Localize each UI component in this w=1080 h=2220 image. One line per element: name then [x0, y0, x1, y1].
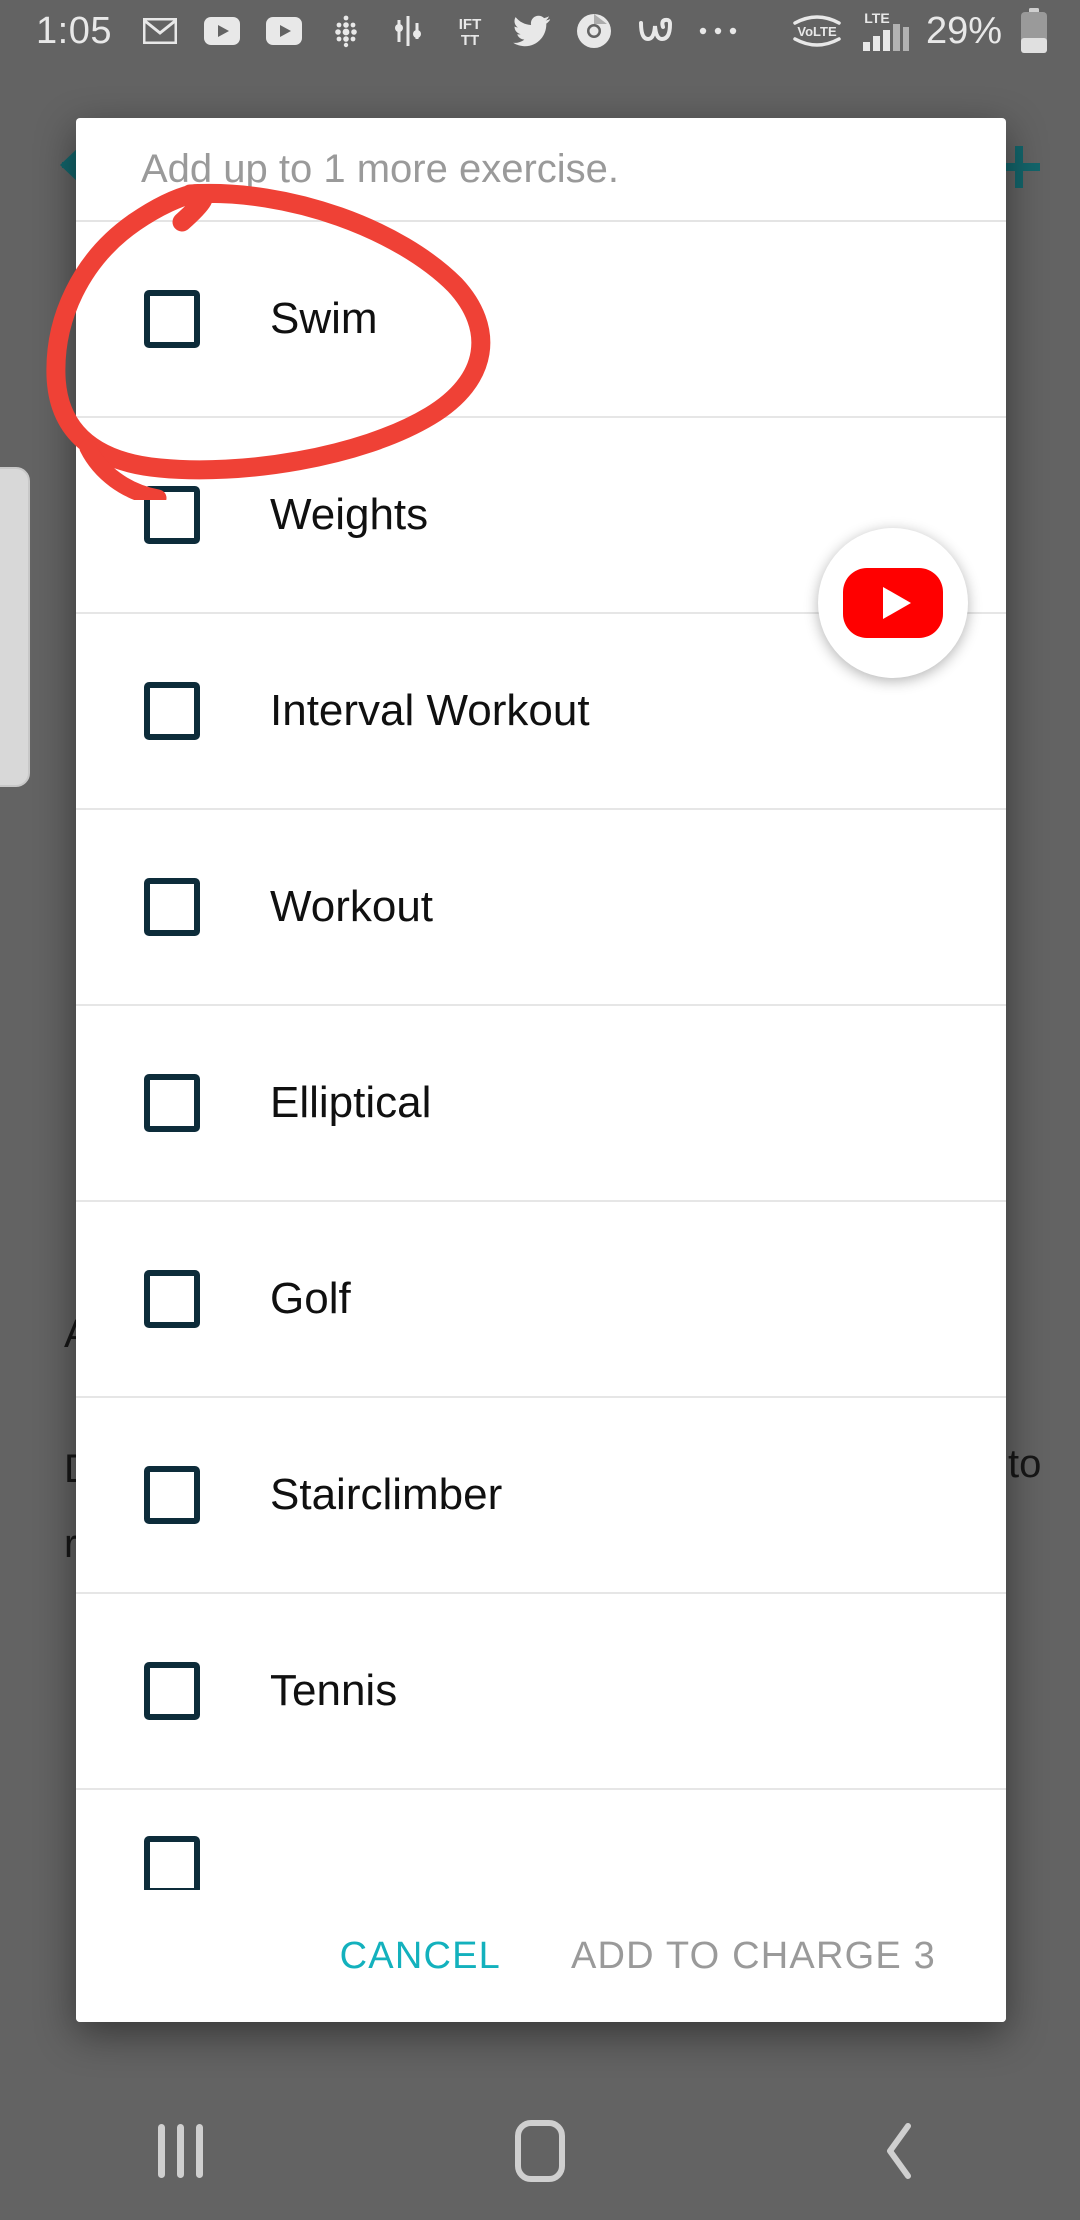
- youtube-icon-2: [264, 11, 304, 51]
- list-item[interactable]: Workout: [76, 810, 1006, 1006]
- battery-percentage: 29%: [926, 10, 1002, 53]
- list-item-label: Workout: [270, 882, 433, 932]
- status-time: 1:05: [36, 10, 112, 53]
- checkbox-icon[interactable]: [144, 486, 200, 544]
- list-item-label: Weights: [270, 490, 428, 540]
- checkbox-icon[interactable]: [144, 1662, 200, 1720]
- ifttt-icon: IFTTT: [450, 11, 490, 51]
- svg-text:TT: TT: [461, 32, 479, 48]
- checkbox-icon[interactable]: [144, 1836, 200, 1890]
- status-bar: 1:05 IFTTT: [0, 0, 1080, 62]
- youtube-floating-bubble[interactable]: [818, 528, 968, 678]
- list-item-label: Stairclimber: [270, 1470, 502, 1520]
- status-system-icons: VoLTE LTE 29%: [788, 10, 1052, 53]
- list-item[interactable]: Stairclimber: [76, 1398, 1006, 1594]
- youtube-icon-1: [202, 11, 242, 51]
- cancel-button[interactable]: CANCEL: [340, 1935, 501, 1978]
- list-item-label: Tennis: [270, 1666, 397, 1716]
- checkbox-icon[interactable]: [144, 878, 200, 936]
- twitter-icon: [512, 11, 552, 51]
- list-item[interactable]: Golf: [76, 1202, 1006, 1398]
- battery-icon: [1016, 11, 1052, 51]
- list-item-label: Golf: [270, 1274, 351, 1324]
- list-item-label: Swim: [270, 294, 378, 344]
- dialog-action-bar: CANCEL ADD TO CHARGE 3: [76, 1890, 1006, 2022]
- checkbox-icon[interactable]: [144, 1466, 200, 1524]
- exercise-picker-dialog: Add up to 1 more exercise. Swim Weights …: [76, 118, 1006, 2022]
- svg-text:VoLTE: VoLTE: [797, 24, 837, 39]
- list-item-label: Elliptical: [270, 1078, 431, 1128]
- svg-text:LTE: LTE: [864, 10, 889, 26]
- checkbox-icon[interactable]: [144, 1074, 200, 1132]
- background-side-panel: [0, 467, 30, 787]
- list-item[interactable]: Tennis: [76, 1594, 1006, 1790]
- chrome-icon: [574, 11, 614, 51]
- audio-icon: [388, 11, 428, 51]
- checkbox-icon[interactable]: [144, 682, 200, 740]
- checkbox-icon[interactable]: [144, 290, 200, 348]
- list-item-partial[interactable]: [76, 1790, 1006, 1876]
- recents-icon: [158, 2124, 203, 2178]
- list-item-label: Interval Workout: [270, 686, 590, 736]
- youtube-play-icon: [841, 566, 945, 640]
- signal-lte-icon: LTE: [860, 11, 912, 51]
- gmail-icon: [140, 11, 180, 51]
- fitbit-icon: [326, 11, 366, 51]
- checkbox-icon[interactable]: [144, 1270, 200, 1328]
- home-button[interactable]: [450, 2082, 630, 2220]
- android-navigation-bar: [0, 2082, 1080, 2220]
- list-item[interactable]: Swim: [76, 222, 1006, 418]
- back-button[interactable]: [810, 2082, 990, 2220]
- svg-text:IFT: IFT: [459, 16, 482, 33]
- status-notification-icons: IFTTT: [140, 11, 738, 51]
- list-item[interactable]: Elliptical: [76, 1006, 1006, 1202]
- recents-button[interactable]: [90, 2082, 270, 2220]
- add-to-device-button[interactable]: ADD TO CHARGE 3: [571, 1935, 936, 1978]
- dialog-title: Add up to 1 more exercise.: [76, 118, 1006, 222]
- background-text-fragment-to: to: [1008, 1442, 1041, 1487]
- volte-icon: VoLTE: [788, 11, 846, 51]
- home-icon: [515, 2120, 565, 2182]
- w-app-icon: [636, 11, 676, 51]
- exercise-list[interactable]: Swim Weights Interval Workout Workout El…: [76, 222, 1006, 1890]
- more-icon: [698, 11, 738, 51]
- back-chevron-icon: [880, 2120, 920, 2182]
